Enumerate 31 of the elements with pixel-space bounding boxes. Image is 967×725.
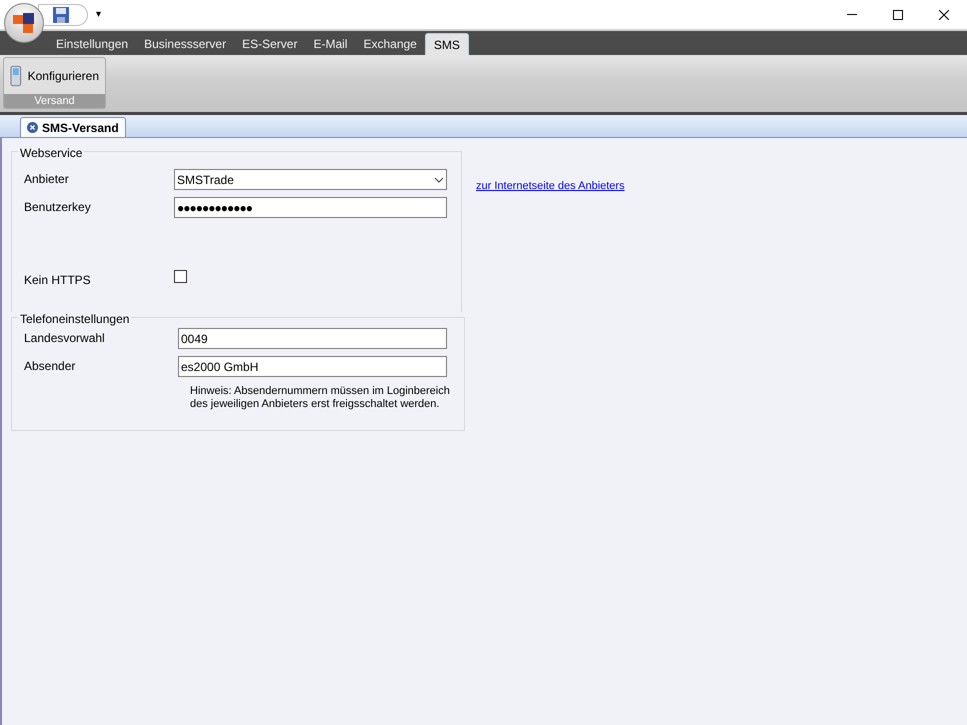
- maximize-icon: [893, 10, 903, 20]
- field-label: Kein HTTPS: [23, 272, 92, 289]
- quick-access-menu-glyph[interactable]: ▾: [96, 7, 101, 22]
- hint-text: Hinweis: Absendernummern müssen im Loginbereich des jeweiligen Anbieters erst freigsschaltet werden.: [190, 385, 451, 411]
- ribbon-tab[interactable]: Businessserver: [136, 33, 234, 55]
- provider-website-link[interactable]: zur Internetseite des Anbieters: [476, 178, 625, 194]
- field-label: Benutzerkey: [23, 199, 92, 216]
- app-menu-button[interactable]: [4, 3, 44, 43]
- save-icon[interactable]: [53, 6, 69, 22]
- chevron-down-icon: [434, 176, 444, 182]
- ribbon-tab[interactable]: Einstellungen: [48, 33, 136, 55]
- field-label: Anbieter: [23, 171, 70, 188]
- input-field[interactable]: 0049: [178, 328, 447, 349]
- close-icon: [939, 10, 949, 20]
- password-field[interactable]: ●●●●●●●●●●●●: [174, 197, 447, 218]
- close-icon[interactable]: [27, 122, 38, 133]
- ribbon-tab[interactable]: ES-Server: [234, 33, 306, 55]
- ribbon-tab[interactable]: E-Mail: [305, 33, 356, 55]
- field-label: Landesvorwahl: [23, 330, 106, 347]
- configure-button[interactable]: Konfigurieren: [4, 58, 105, 94]
- minimize-icon: [847, 14, 857, 15]
- checkbox[interactable]: [174, 270, 187, 283]
- mobile-phone-icon: [10, 65, 22, 87]
- ribbon-group-label: Versand: [4, 94, 105, 108]
- document-tab[interactable]: SMS-Versand: [20, 117, 126, 137]
- ribbon-tab[interactable]: Exchange: [355, 33, 425, 55]
- input-field[interactable]: es2000 GmbH: [178, 356, 447, 377]
- field-label: Absender: [23, 358, 76, 375]
- ribbon-tab[interactable]: SMS: [424, 33, 469, 55]
- app-logo-icon: [12, 12, 36, 34]
- provider-dropdown[interactable]: SMSTrade: [174, 169, 447, 190]
